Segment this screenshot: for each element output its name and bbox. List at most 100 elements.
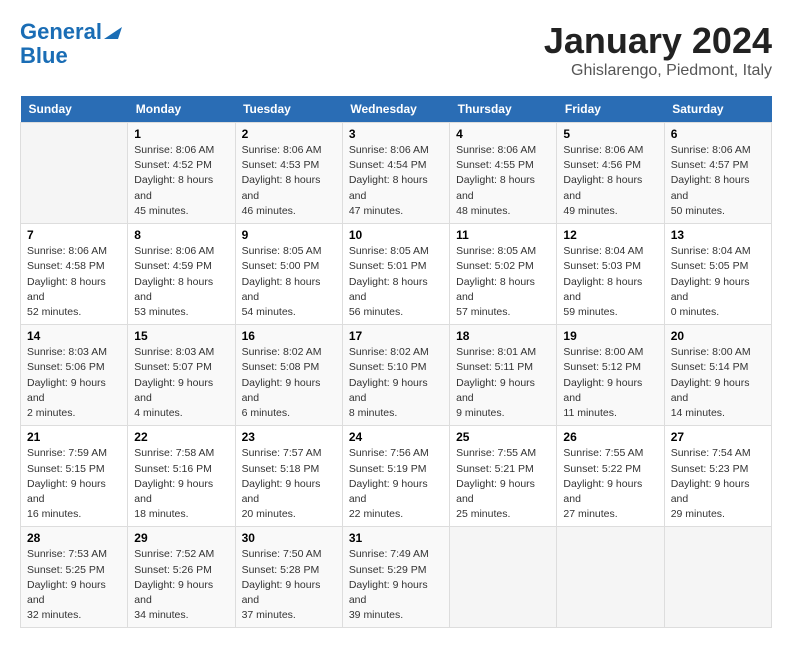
day-number: 13: [671, 228, 765, 242]
day-info: Sunrise: 8:05 AMSunset: 5:01 PMDaylight:…: [349, 244, 443, 320]
day-info: Sunrise: 7:57 AMSunset: 5:18 PMDaylight:…: [242, 446, 336, 522]
calendar-cell: 12 Sunrise: 8:04 AMSunset: 5:03 PMDaylig…: [557, 224, 664, 325]
day-number: 27: [671, 430, 765, 444]
day-info: Sunrise: 8:02 AMSunset: 5:10 PMDaylight:…: [349, 345, 443, 421]
weekday-header-wednesday: Wednesday: [342, 96, 449, 123]
day-number: 24: [349, 430, 443, 444]
calendar-cell: 5 Sunrise: 8:06 AMSunset: 4:56 PMDayligh…: [557, 123, 664, 224]
title-area: January 2024 Ghislarengo, Piedmont, Ital…: [544, 20, 772, 80]
day-number: 22: [134, 430, 228, 444]
day-info: Sunrise: 8:05 AMSunset: 5:00 PMDaylight:…: [242, 244, 336, 320]
calendar-cell: 3 Sunrise: 8:06 AMSunset: 4:54 PMDayligh…: [342, 123, 449, 224]
day-info: Sunrise: 8:05 AMSunset: 5:02 PMDaylight:…: [456, 244, 550, 320]
day-number: 20: [671, 329, 765, 343]
calendar-cell: 25 Sunrise: 7:55 AMSunset: 5:21 PMDaylig…: [450, 426, 557, 527]
day-number: 31: [349, 531, 443, 545]
calendar-cell: 4 Sunrise: 8:06 AMSunset: 4:55 PMDayligh…: [450, 123, 557, 224]
calendar-cell: 16 Sunrise: 8:02 AMSunset: 5:08 PMDaylig…: [235, 325, 342, 426]
weekday-header-friday: Friday: [557, 96, 664, 123]
weekday-header-sunday: Sunday: [21, 96, 128, 123]
calendar-cell: [557, 527, 664, 628]
day-number: 8: [134, 228, 228, 242]
day-number: 30: [242, 531, 336, 545]
calendar-cell: 27 Sunrise: 7:54 AMSunset: 5:23 PMDaylig…: [664, 426, 771, 527]
calendar-cell: 30 Sunrise: 7:50 AMSunset: 5:28 PMDaylig…: [235, 527, 342, 628]
day-number: 2: [242, 127, 336, 141]
day-info: Sunrise: 8:03 AMSunset: 5:06 PMDaylight:…: [27, 345, 121, 421]
day-number: 4: [456, 127, 550, 141]
calendar-cell: 19 Sunrise: 8:00 AMSunset: 5:12 PMDaylig…: [557, 325, 664, 426]
location: Ghislarengo, Piedmont, Italy: [544, 62, 772, 80]
calendar-cell: 24 Sunrise: 7:56 AMSunset: 5:19 PMDaylig…: [342, 426, 449, 527]
day-info: Sunrise: 8:03 AMSunset: 5:07 PMDaylight:…: [134, 345, 228, 421]
day-number: 25: [456, 430, 550, 444]
day-info: Sunrise: 8:04 AMSunset: 5:05 PMDaylight:…: [671, 244, 765, 320]
day-info: Sunrise: 8:06 AMSunset: 4:56 PMDaylight:…: [563, 143, 657, 219]
day-info: Sunrise: 8:00 AMSunset: 5:14 PMDaylight:…: [671, 345, 765, 421]
calendar-cell: 17 Sunrise: 8:02 AMSunset: 5:10 PMDaylig…: [342, 325, 449, 426]
day-info: Sunrise: 8:04 AMSunset: 5:03 PMDaylight:…: [563, 244, 657, 320]
day-info: Sunrise: 8:06 AMSunset: 4:59 PMDaylight:…: [134, 244, 228, 320]
month-title: January 2024: [544, 20, 772, 62]
calendar-cell: 22 Sunrise: 7:58 AMSunset: 5:16 PMDaylig…: [128, 426, 235, 527]
day-info: Sunrise: 7:54 AMSunset: 5:23 PMDaylight:…: [671, 446, 765, 522]
day-info: Sunrise: 7:52 AMSunset: 5:26 PMDaylight:…: [134, 547, 228, 623]
day-info: Sunrise: 8:06 AMSunset: 4:57 PMDaylight:…: [671, 143, 765, 219]
day-info: Sunrise: 7:55 AMSunset: 5:21 PMDaylight:…: [456, 446, 550, 522]
day-info: Sunrise: 8:06 AMSunset: 4:52 PMDaylight:…: [134, 143, 228, 219]
day-info: Sunrise: 7:59 AMSunset: 5:15 PMDaylight:…: [27, 446, 121, 522]
calendar-cell: 14 Sunrise: 8:03 AMSunset: 5:06 PMDaylig…: [21, 325, 128, 426]
day-info: Sunrise: 7:50 AMSunset: 5:28 PMDaylight:…: [242, 547, 336, 623]
weekday-header-monday: Monday: [128, 96, 235, 123]
day-number: 10: [349, 228, 443, 242]
day-info: Sunrise: 7:53 AMSunset: 5:25 PMDaylight:…: [27, 547, 121, 623]
calendar-cell: 15 Sunrise: 8:03 AMSunset: 5:07 PMDaylig…: [128, 325, 235, 426]
day-info: Sunrise: 8:06 AMSunset: 4:54 PMDaylight:…: [349, 143, 443, 219]
calendar-cell: 10 Sunrise: 8:05 AMSunset: 5:01 PMDaylig…: [342, 224, 449, 325]
calendar-week-row: 7 Sunrise: 8:06 AMSunset: 4:58 PMDayligh…: [21, 224, 772, 325]
calendar-cell: 28 Sunrise: 7:53 AMSunset: 5:25 PMDaylig…: [21, 527, 128, 628]
day-number: 29: [134, 531, 228, 545]
day-number: 6: [671, 127, 765, 141]
calendar-cell: 6 Sunrise: 8:06 AMSunset: 4:57 PMDayligh…: [664, 123, 771, 224]
calendar-cell: 26 Sunrise: 7:55 AMSunset: 5:22 PMDaylig…: [557, 426, 664, 527]
day-info: Sunrise: 8:02 AMSunset: 5:08 PMDaylight:…: [242, 345, 336, 421]
calendar-week-row: 14 Sunrise: 8:03 AMSunset: 5:06 PMDaylig…: [21, 325, 772, 426]
day-info: Sunrise: 8:00 AMSunset: 5:12 PMDaylight:…: [563, 345, 657, 421]
weekday-header-tuesday: Tuesday: [235, 96, 342, 123]
calendar-cell: 11 Sunrise: 8:05 AMSunset: 5:02 PMDaylig…: [450, 224, 557, 325]
header: General Blue January 2024 Ghislarengo, P…: [20, 20, 772, 80]
calendar-cell: 29 Sunrise: 7:52 AMSunset: 5:26 PMDaylig…: [128, 527, 235, 628]
calendar-cell: 21 Sunrise: 7:59 AMSunset: 5:15 PMDaylig…: [21, 426, 128, 527]
day-number: 16: [242, 329, 336, 343]
calendar-week-row: 28 Sunrise: 7:53 AMSunset: 5:25 PMDaylig…: [21, 527, 772, 628]
day-info: Sunrise: 7:58 AMSunset: 5:16 PMDaylight:…: [134, 446, 228, 522]
calendar-cell: [21, 123, 128, 224]
calendar-cell: 20 Sunrise: 8:00 AMSunset: 5:14 PMDaylig…: [664, 325, 771, 426]
calendar-cell: 8 Sunrise: 8:06 AMSunset: 4:59 PMDayligh…: [128, 224, 235, 325]
calendar-cell: 13 Sunrise: 8:04 AMSunset: 5:05 PMDaylig…: [664, 224, 771, 325]
day-info: Sunrise: 7:55 AMSunset: 5:22 PMDaylight:…: [563, 446, 657, 522]
day-number: 7: [27, 228, 121, 242]
logo-text-blue: Blue: [20, 44, 122, 68]
calendar-table: SundayMondayTuesdayWednesdayThursdayFrid…: [20, 96, 772, 628]
weekday-header-row: SundayMondayTuesdayWednesdayThursdayFrid…: [21, 96, 772, 123]
calendar-week-row: 1 Sunrise: 8:06 AMSunset: 4:52 PMDayligh…: [21, 123, 772, 224]
calendar-cell: [664, 527, 771, 628]
calendar-cell: 7 Sunrise: 8:06 AMSunset: 4:58 PMDayligh…: [21, 224, 128, 325]
day-number: 15: [134, 329, 228, 343]
day-number: 26: [563, 430, 657, 444]
calendar-cell: 23 Sunrise: 7:57 AMSunset: 5:18 PMDaylig…: [235, 426, 342, 527]
weekday-header-thursday: Thursday: [450, 96, 557, 123]
day-info: Sunrise: 7:49 AMSunset: 5:29 PMDaylight:…: [349, 547, 443, 623]
day-number: 23: [242, 430, 336, 444]
day-info: Sunrise: 7:56 AMSunset: 5:19 PMDaylight:…: [349, 446, 443, 522]
day-number: 1: [134, 127, 228, 141]
logo-bird-icon: [104, 21, 122, 39]
day-number: 11: [456, 228, 550, 242]
calendar-cell: 18 Sunrise: 8:01 AMSunset: 5:11 PMDaylig…: [450, 325, 557, 426]
day-number: 28: [27, 531, 121, 545]
day-number: 12: [563, 228, 657, 242]
day-info: Sunrise: 8:06 AMSunset: 4:58 PMDaylight:…: [27, 244, 121, 320]
day-number: 18: [456, 329, 550, 343]
